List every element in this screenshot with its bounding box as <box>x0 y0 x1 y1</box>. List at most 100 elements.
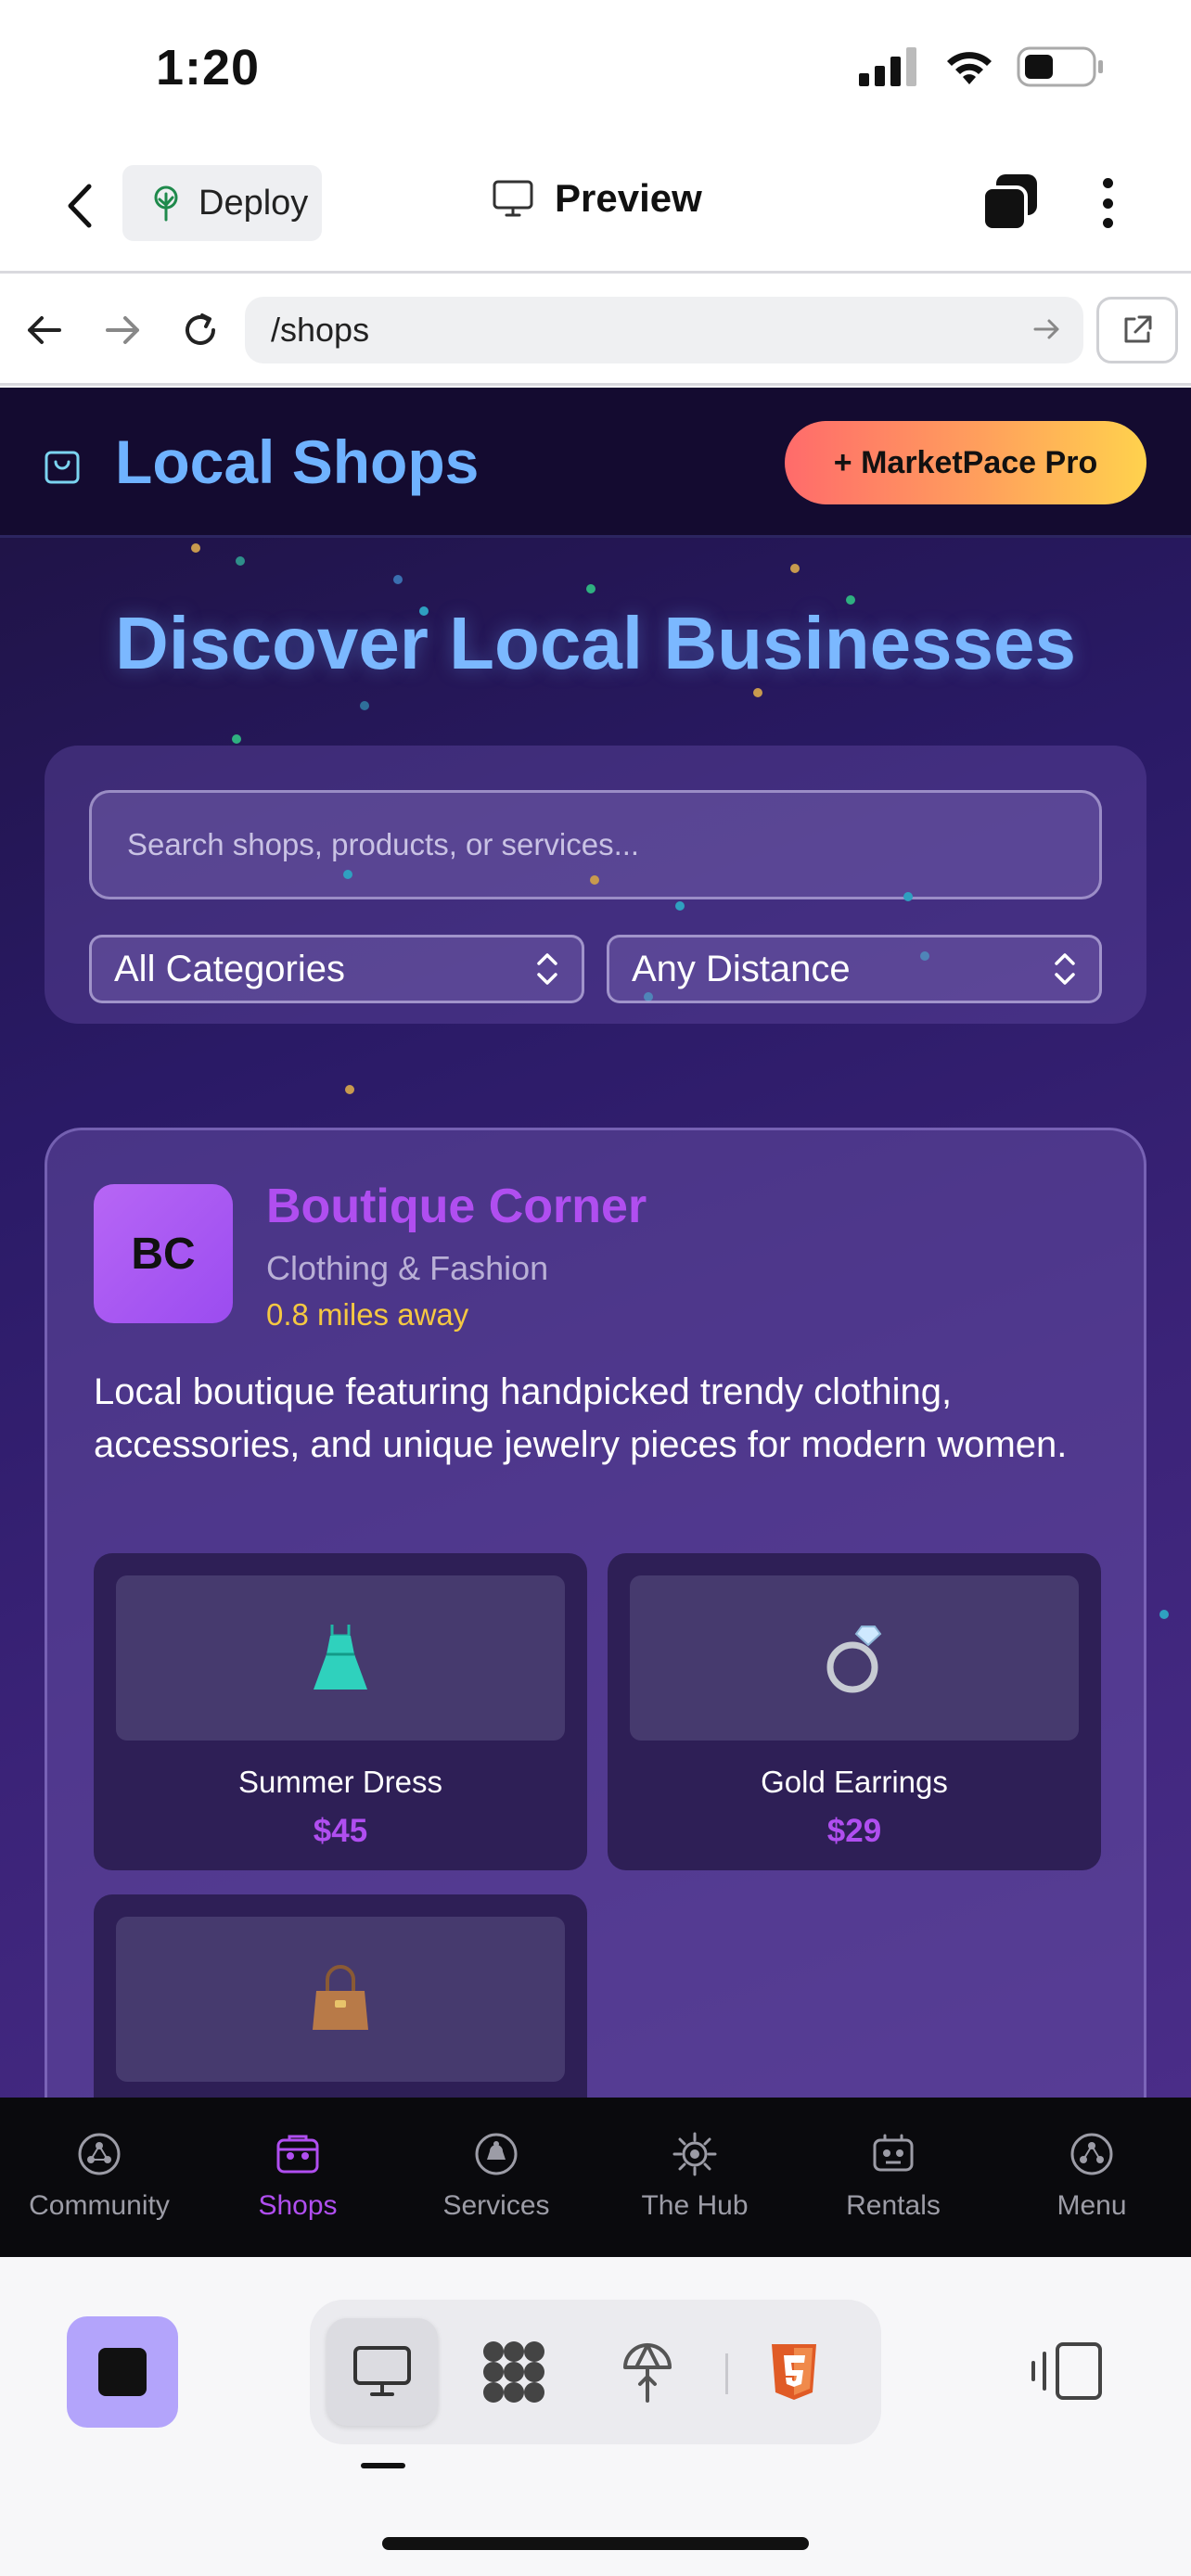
more-dot-icon <box>1102 198 1113 209</box>
shops-icon <box>276 2135 319 2174</box>
tab-label: Services <box>442 2190 550 2221</box>
split-view-icon[interactable] <box>1030 2339 1106 2404</box>
go-arrow-icon[interactable] <box>1031 313 1063 345</box>
tab-label: Rentals <box>846 2190 941 2221</box>
status-time: 1:20 <box>156 40 261 96</box>
reload-button[interactable] <box>174 304 226 356</box>
particle-dot <box>753 688 762 697</box>
chevron-up-down-icon <box>537 953 557 985</box>
ring-icon <box>826 1626 882 1693</box>
particle-dot <box>360 701 369 710</box>
shop-distance: 0.8 miles away <box>266 1297 469 1332</box>
status-bar: 1:20 <box>0 0 1191 139</box>
active-view-indicator <box>361 2463 405 2468</box>
product-name: Summer Dress <box>237 1765 443 1799</box>
status-icons <box>859 46 1106 87</box>
shop-card[interactable]: BC Boutique Corner Clothing & Fashion 0.… <box>45 1128 1146 2098</box>
tab-services[interactable]: Services <box>397 2098 596 2257</box>
more-dot-icon <box>1102 178 1113 188</box>
browser-bar: /shops <box>0 276 1191 386</box>
browser-back-button[interactable] <box>19 304 70 356</box>
menu-icon <box>1070 2133 1113 2175</box>
product-price: $45 <box>313 1813 368 1849</box>
battery-icon <box>1017 46 1103 87</box>
particle-dot <box>232 734 241 744</box>
tab-label: The Hub <box>641 2190 749 2221</box>
home-indicator <box>382 2537 809 2550</box>
wifi-icon <box>947 52 992 84</box>
reload-icon <box>186 313 215 345</box>
tab-label: Shops <box>258 2190 338 2221</box>
site-tab-bar: Community Shops Services The Hub Rentals… <box>0 2098 1191 2257</box>
view-canvas-button[interactable] <box>458 2318 570 2426</box>
tab-label: Community <box>29 2190 170 2221</box>
arrow-left-icon <box>28 316 61 344</box>
category-select[interactable]: All Categories <box>89 935 584 1003</box>
cellular-signal-icon <box>859 47 916 86</box>
deploy-button[interactable]: Deploy <box>122 165 322 241</box>
stop-button[interactable] <box>67 2316 178 2428</box>
bottom-toolbar <box>0 2257 1191 2576</box>
particle-dot <box>236 556 245 566</box>
deploy-tree-icon <box>154 185 178 222</box>
marketpace-pro-button[interactable]: + MarketPace Pro <box>785 421 1146 504</box>
search-panel: Search shops, products, or services... A… <box>45 746 1146 1024</box>
tab-label: Menu <box>1057 2190 1127 2221</box>
distance-select-value: Any Distance <box>632 948 851 989</box>
view-deploy-button[interactable] <box>592 2318 703 2426</box>
open-external-button[interactable] <box>1096 297 1178 363</box>
arrow-right-icon <box>106 316 139 344</box>
preview-label: Preview <box>555 176 702 220</box>
shopping-bag-icon <box>45 451 80 484</box>
html5-icon <box>772 2344 816 2400</box>
product-card[interactable]: Summer Dress $45 <box>94 1553 587 1870</box>
chevron-up-down-icon <box>1055 953 1075 985</box>
services-icon <box>475 2133 518 2175</box>
more-options-button[interactable] <box>1091 172 1124 234</box>
tabs-switcher-icon[interactable] <box>980 172 1041 234</box>
shop-avatar: BC <box>94 1184 233 1323</box>
product-card[interactable] <box>94 1894 587 2098</box>
product-thumbnail <box>630 1575 1079 1741</box>
tab-shops[interactable]: Shops <box>198 2098 397 2257</box>
community-icon <box>78 2133 121 2175</box>
preview-title: Preview <box>492 176 702 221</box>
tab-rentals[interactable]: Rentals <box>794 2098 992 2257</box>
particle-dot <box>586 584 596 593</box>
product-price: $29 <box>826 1813 882 1849</box>
tab-community[interactable]: Community <box>0 2098 198 2257</box>
view-desktop-button[interactable] <box>327 2318 438 2426</box>
view-divider <box>725 2353 728 2394</box>
particle-dot <box>191 543 200 553</box>
view-html-button[interactable] <box>738 2318 850 2426</box>
browser-forward-button[interactable] <box>96 304 148 356</box>
distance-select[interactable]: Any Distance <box>607 935 1102 1003</box>
webview: Local Shops + MarketPace Pro Discover Lo… <box>0 388 1191 2098</box>
shop-name[interactable]: Boutique Corner <box>266 1179 647 1234</box>
particle-dot <box>343 870 352 879</box>
hero-title: Discover Local Businesses <box>114 602 1077 684</box>
canvas-blobs-icon <box>483 2341 544 2403</box>
tab-the-hub[interactable]: The Hub <box>596 2098 794 2257</box>
site-title: Local Shops <box>115 427 480 496</box>
back-button[interactable] <box>54 176 106 236</box>
more-dot-icon <box>1102 218 1113 228</box>
particle-dot <box>675 901 685 911</box>
desktop-icon <box>353 2346 411 2396</box>
category-select-value: All Categories <box>114 948 346 989</box>
deploy-tree-icon <box>623 2343 672 2403</box>
site-header: Local Shops + MarketPace Pro <box>0 388 1191 538</box>
particle-dot <box>1159 1610 1169 1619</box>
particle-dot <box>345 1085 354 1094</box>
dress-icon <box>314 1625 367 1690</box>
deploy-label: Deploy <box>198 183 309 223</box>
particle-dot <box>393 575 403 584</box>
app-top-bar: Deploy Preview <box>0 139 1191 274</box>
chevron-left-icon <box>68 184 92 228</box>
url-field[interactable]: /shops <box>245 297 1083 363</box>
url-text: /shops <box>271 311 370 349</box>
shop-description: Local boutique featuring handpicked tren… <box>94 1371 1068 1465</box>
product-card[interactable]: Gold Earrings $29 <box>608 1553 1101 1870</box>
view-mode-group <box>310 2300 881 2444</box>
tab-menu[interactable]: Menu <box>992 2098 1191 2257</box>
